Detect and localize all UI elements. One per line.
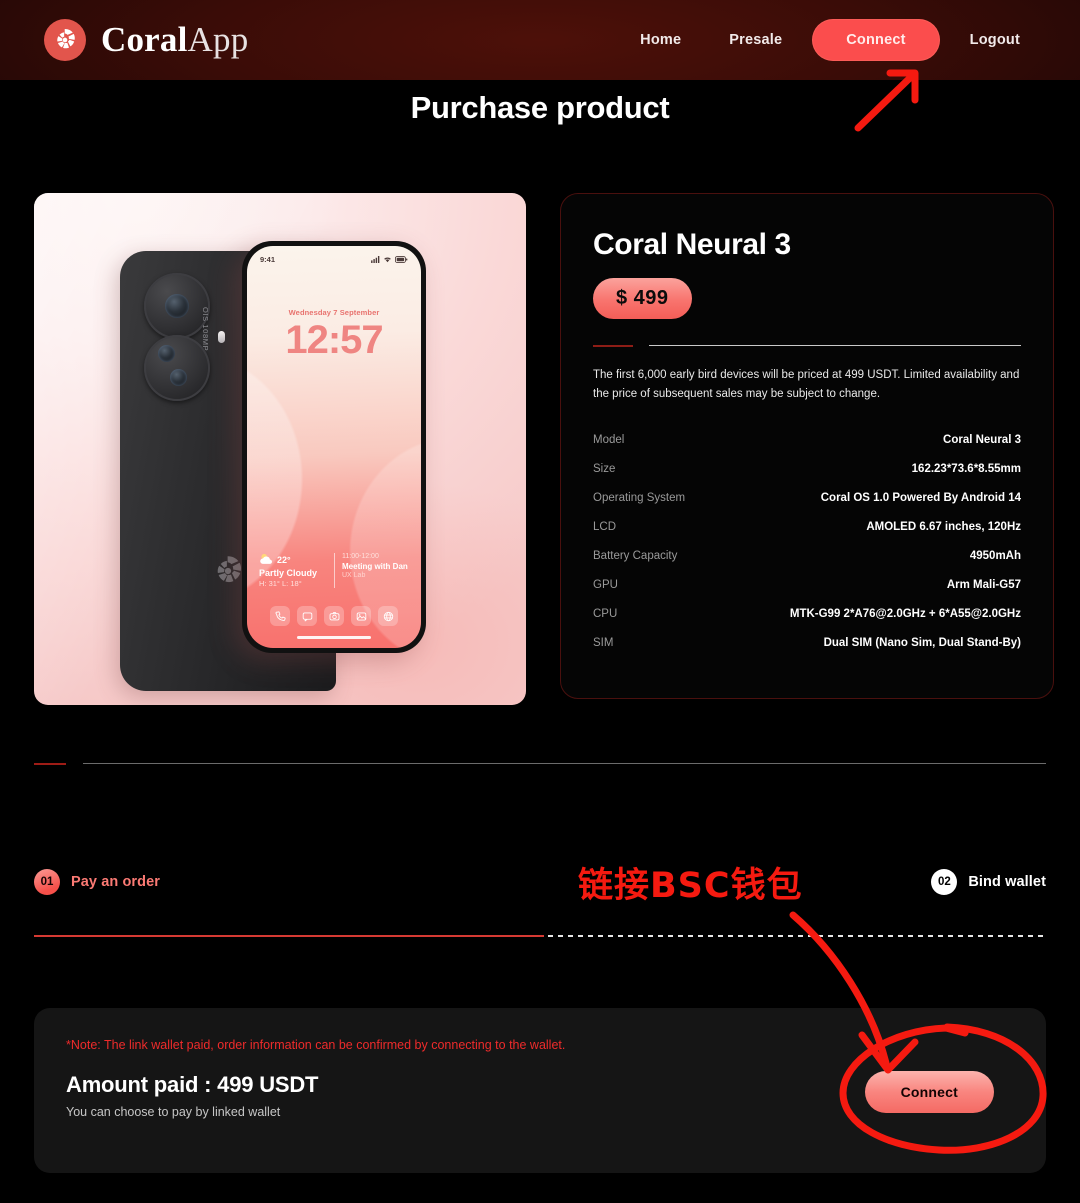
sun-cloud-icon (260, 553, 272, 564)
photos-icon[interactable] (351, 606, 371, 626)
product-image-card: OIS 108MP 9:41 Wednesday 7 September 12:… (34, 193, 526, 705)
step-number-badge: 01 (34, 869, 60, 895)
divider-accent (34, 763, 66, 765)
spec-key: Size (593, 462, 616, 475)
step-pay-an-order[interactable]: 01 Pay an order (34, 869, 160, 895)
message-icon[interactable] (297, 606, 317, 626)
weather-high-low: H: 31° L: 18° (259, 579, 302, 588)
battery-icon (395, 255, 408, 263)
site-header: CoralApp Home Presale Connect Logout (0, 0, 1080, 80)
product-description: The first 6,000 early bird devices will … (593, 369, 1020, 400)
weather-temp: 22° (277, 555, 291, 565)
divider-line (649, 345, 1021, 346)
step-label: Pay an order (71, 874, 161, 890)
divider (593, 345, 1021, 347)
status-icons (371, 255, 408, 263)
lock-screen-date: Wednesday 7 September (288, 308, 380, 317)
spec-value: 4950mAh (969, 549, 1021, 562)
nav-item-logout[interactable]: Logout (946, 32, 1044, 48)
section-divider (0, 763, 1080, 765)
calendar-event-location: UX Lab (342, 572, 366, 579)
spec-row: GPU Arm Mali-G57 (593, 570, 1021, 599)
spec-row: SIM Dual SIM (Nano Sim, Dual Stand-By) (593, 628, 1021, 657)
phone-front-view: 9:41 Wednesday 7 September 12:57 22° Par… (242, 241, 426, 653)
calendar-event-title: Meeting with Dan (342, 562, 408, 571)
browser-icon[interactable] (378, 606, 398, 626)
calendar-event-time: 11:00-12:00 (342, 553, 379, 560)
spec-key: Battery Capacity (593, 549, 678, 562)
signal-icon (371, 255, 380, 263)
spec-key: Operating System (593, 491, 686, 504)
spec-value: 162.23*73.6*8.55mm (911, 462, 1021, 475)
status-time: 9:41 (260, 254, 276, 264)
nav-connect-button[interactable]: Connect (812, 19, 940, 61)
spec-row: Battery Capacity 4950mAh (593, 541, 1021, 570)
steps-progress-bar (34, 935, 1046, 937)
product-details-card: Coral Neural 3 $ 499 The first 6,000 ear… (560, 193, 1054, 699)
camera-lens-icon (170, 369, 187, 386)
step-label: Bind wallet (968, 874, 1046, 890)
calendar-widget[interactable]: 11:00-12:00 Meeting with Dan UX Lab (334, 553, 409, 588)
lock-screen-time: 12:57 (285, 318, 383, 362)
product-name: Coral Neural 3 (593, 228, 791, 261)
divider-line (83, 763, 1046, 764)
checkout-steps: 01 Pay an order 02 Bind wallet (0, 869, 1080, 909)
spec-key: LCD (593, 520, 617, 533)
wifi-icon (384, 257, 391, 262)
home-indicator (297, 636, 371, 639)
phone-status-bar: 9:41 (247, 252, 421, 266)
camera-icon[interactable] (324, 606, 344, 626)
camera-spec-text: OIS 108MP (201, 307, 210, 352)
spec-key: Model (593, 433, 625, 446)
spec-row: CPU MTK-G99 2*A76@2.0GHz + 6*A55@2.0GHz (593, 599, 1021, 628)
camera-lens-icon (165, 294, 189, 318)
divider-accent (593, 345, 633, 347)
wallet-connect-button[interactable]: Connect (864, 1071, 994, 1113)
phone-screen: 9:41 Wednesday 7 September 12:57 22° Par… (247, 246, 421, 648)
spec-row: Operating System Coral OS 1.0 Powered By… (593, 483, 1021, 512)
brand-name-light: App (187, 20, 249, 59)
payment-note: *Note: The link wallet paid, order infor… (66, 1038, 566, 1052)
spec-value: Coral Neural 3 (943, 433, 1021, 446)
step-number-badge: 02 (931, 869, 958, 895)
nav-item-presale[interactable]: Presale (705, 32, 806, 48)
spec-value: Dual SIM (Nano Sim, Dual Stand-By) (823, 636, 1021, 649)
main-nav: Home Presale Connect Logout (616, 0, 1044, 80)
spec-value: MTK-G99 2*A76@2.0GHz + 6*A55@2.0GHz (789, 607, 1021, 620)
spec-key: SIM (593, 636, 614, 649)
purchase-product-page: CoralApp Home Presale Connect Logout Pur… (0, 0, 1080, 1203)
camera-lens-icon (158, 345, 175, 362)
phone-icon[interactable] (270, 606, 290, 626)
spec-row: Size 162.23*73.6*8.55mm (593, 454, 1021, 483)
phone-dock (247, 606, 421, 626)
product-section: OIS 108MP 9:41 Wednesday 7 September 12:… (0, 193, 1080, 706)
nav-item-home[interactable]: Home (616, 32, 705, 48)
page-title: Purchase product (410, 90, 670, 125)
camera-flash-icon (218, 331, 225, 343)
progress-completed (34, 935, 544, 937)
coral-shell-icon (44, 19, 86, 61)
weather-temp-row: 22° (259, 553, 326, 565)
payment-card: *Note: The link wallet paid, order infor… (34, 1008, 1046, 1173)
spec-value: AMOLED 6.67 inches, 120Hz (866, 520, 1021, 533)
step-bind-wallet[interactable]: 02 Bind wallet (931, 869, 1046, 895)
brand-name: CoralApp (101, 20, 248, 60)
spec-value: Coral OS 1.0 Powered By Android 14 (820, 491, 1021, 504)
product-price-badge: $ 499 (593, 278, 692, 319)
spec-value: Arm Mali-G57 (946, 578, 1021, 591)
spec-key: GPU (593, 578, 618, 591)
brand-logo[interactable]: CoralApp (44, 19, 248, 61)
spec-row: Model Coral Neural 3 (593, 425, 1021, 454)
weather-widget[interactable]: 22° Partly Cloudy H: 31° L: 18° (259, 553, 326, 588)
spec-table: Model Coral Neural 3 Size 162.23*73.6*8.… (593, 425, 1021, 657)
brand-name-bold: Coral (101, 20, 188, 59)
weather-condition: Partly Cloudy (259, 568, 318, 578)
lock-screen-widgets: 22° Partly Cloudy H: 31° L: 18° 11:00-12… (247, 553, 421, 588)
progress-remaining (548, 935, 1046, 937)
spec-key: CPU (593, 607, 618, 620)
spec-row: LCD AMOLED 6.67 inches, 120Hz (593, 512, 1021, 541)
